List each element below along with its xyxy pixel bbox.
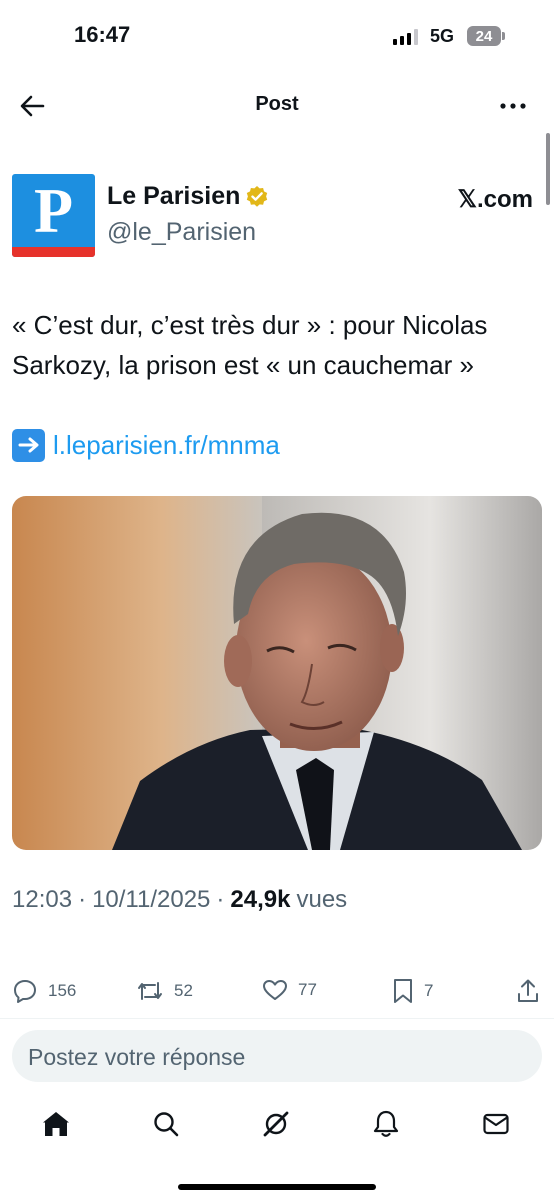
repost-count: 52	[174, 981, 193, 1000]
meta-separator: ·	[216, 886, 225, 913]
author-handle[interactable]: @le_Parisien	[107, 218, 256, 247]
like-count: 77	[298, 980, 317, 999]
reply-icon	[14, 980, 36, 1003]
post-time: 12:03	[12, 886, 73, 913]
tab-messages[interactable]	[478, 1106, 514, 1142]
battery-cap	[502, 32, 505, 40]
tab-search[interactable]	[148, 1106, 184, 1142]
bookmark-button[interactable]: 7	[392, 978, 433, 1004]
heart-icon	[263, 980, 287, 1000]
network-label: 5G	[430, 26, 455, 46]
reply-button[interactable]: 156	[12, 978, 76, 1004]
tab-bar	[0, 1100, 554, 1150]
scrollbar[interactable]	[546, 133, 550, 205]
signal-icon	[393, 29, 418, 45]
status-time: 16:47	[74, 22, 131, 47]
home-icon	[43, 1112, 69, 1136]
post-text: « C’est dur, c’est très dur » : pour Nic…	[12, 310, 488, 380]
arrow-right-emoji-icon	[12, 428, 45, 462]
mail-icon	[483, 1113, 509, 1135]
source-label: 𝕏.com	[457, 186, 533, 213]
author-name-row[interactable]: Le Parisien	[107, 182, 269, 211]
avatar-stripe	[12, 247, 95, 257]
repost-icon	[138, 982, 162, 1000]
action-bar: 156 52 77 7	[0, 972, 554, 1016]
meta-separator: ·	[78, 886, 87, 913]
home-indicator[interactable]	[178, 1184, 376, 1190]
post-image[interactable]	[12, 496, 542, 850]
search-icon	[154, 1112, 179, 1137]
views-count: 24,9k	[230, 886, 291, 913]
divider	[0, 1018, 554, 1019]
views-label: vues	[296, 886, 348, 913]
author-name[interactable]: Le Parisien	[107, 182, 240, 211]
status-bar: 16:47 5G 24	[0, 0, 554, 70]
nav-header: Post	[0, 80, 554, 130]
tab-notifications[interactable]	[368, 1106, 404, 1142]
post-meta: 12:03 · 10/11/2025 · 24,9k vues	[12, 886, 347, 914]
link-row: l.leparisien.fr/mnma	[12, 425, 280, 465]
grok-icon	[263, 1111, 289, 1137]
avatar[interactable]: P	[12, 174, 95, 257]
post-link[interactable]: l.leparisien.fr/mnma	[53, 425, 280, 465]
verified-badge-icon	[247, 185, 268, 207]
share-button[interactable]	[516, 978, 540, 1004]
reply-input[interactable]: Postez votre réponse	[12, 1030, 542, 1082]
bell-icon	[373, 1110, 399, 1137]
more-button[interactable]	[496, 90, 530, 122]
tab-grok[interactable]	[258, 1106, 294, 1142]
repost-button[interactable]: 52	[136, 978, 193, 1004]
like-button[interactable]: 77	[262, 978, 317, 1002]
reply-count: 156	[48, 981, 77, 1000]
battery-icon: 24	[467, 26, 501, 46]
page-title: Post	[255, 93, 299, 115]
post-date: 10/11/2025	[92, 886, 211, 913]
avatar-letter: P	[33, 175, 74, 246]
reply-placeholder: Postez votre réponse	[28, 1044, 246, 1070]
tab-home[interactable]	[38, 1106, 74, 1142]
more-icon	[500, 103, 526, 109]
bookmark-icon	[394, 979, 412, 1003]
share-icon	[518, 979, 538, 1002]
bookmark-count: 7	[424, 981, 434, 1000]
